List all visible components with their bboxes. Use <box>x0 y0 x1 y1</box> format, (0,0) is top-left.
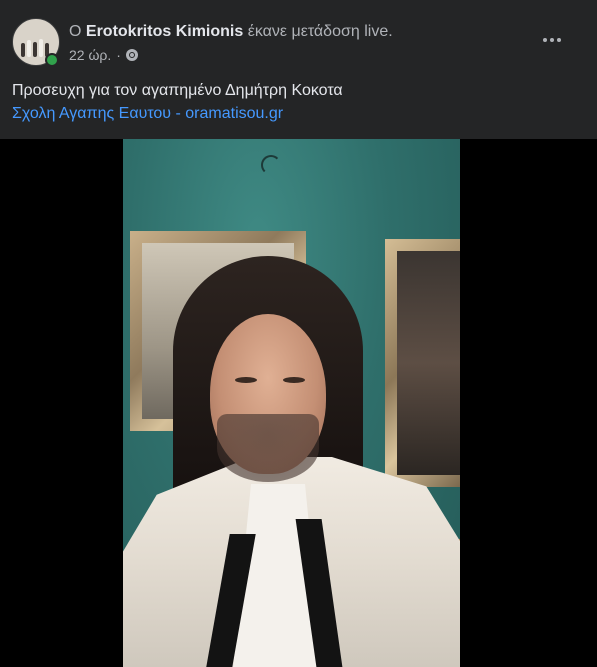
globe-icon[interactable] <box>125 49 138 61</box>
caption-line-2: Σχολη Αγαπης Εαυτου - oramatisou.gr <box>12 102 343 125</box>
right-eye <box>283 377 305 383</box>
more-options-icon <box>557 38 561 42</box>
caption-line-1: Προσευχη για τον αγαπημένο Δημήτρη Κοκοτ… <box>12 82 343 99</box>
speaker-figure <box>123 139 460 667</box>
post-header: Ο Erotokritos Kimionis έκανε μετάδοση li… <box>12 18 587 70</box>
post-header-line: Ο Erotokritos Kimionis έκανε μετάδοση li… <box>69 23 393 41</box>
avatar-figure <box>27 40 31 57</box>
more-options-icon <box>543 38 547 42</box>
meta-separator: · <box>116 47 121 63</box>
online-status-dot <box>45 53 59 67</box>
beard <box>217 414 319 482</box>
left-eye <box>235 377 257 383</box>
video-frame <box>123 139 460 667</box>
post-timestamp[interactable]: 22 ώρ. <box>69 47 111 63</box>
author-name-link[interactable]: Erotokritos Kimionis <box>86 23 243 40</box>
avatar-figure <box>33 42 37 57</box>
more-options-icon <box>550 38 554 42</box>
post-meta: 22 ώρ. · <box>69 47 138 63</box>
caption-line-2-text: Σχολη Αγαπης Εαυτου - <box>12 105 186 122</box>
author-prefix: Ο <box>69 23 82 40</box>
website-link[interactable]: oramatisou.gr <box>185 105 283 122</box>
avatar-figure <box>21 43 25 57</box>
post-action-text: έκανε μετάδοση live. <box>247 23 393 40</box>
live-video-player[interactable] <box>0 139 597 667</box>
more-options-button[interactable] <box>538 30 566 50</box>
avatar-figure <box>39 39 43 57</box>
post-caption: Προσευχη για τον αγαπημένο Δημήτρη Κοκοτ… <box>12 79 343 125</box>
